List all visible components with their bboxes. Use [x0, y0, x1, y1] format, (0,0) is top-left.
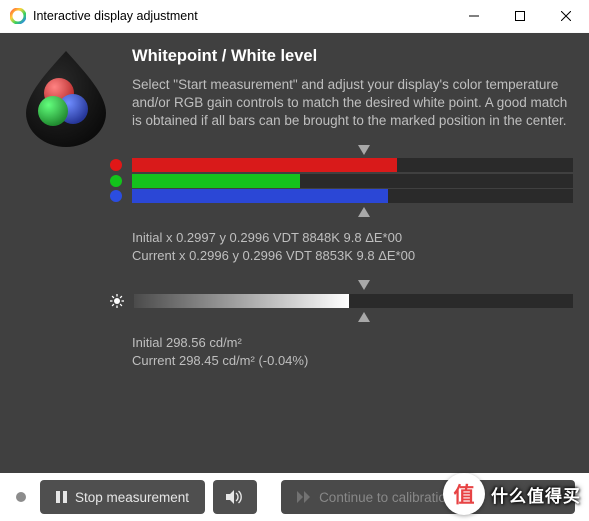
titlebar: Interactive display adjustment	[0, 0, 589, 33]
window-title: Interactive display adjustment	[33, 9, 198, 23]
whitepoint-current-text: Current x 0.2996 y 0.2996 VDT 8853K 9.8 …	[132, 247, 573, 265]
green-bar-track	[132, 174, 573, 188]
blue-bar-track	[132, 189, 573, 203]
brightness-target-bottom-icon	[358, 312, 370, 322]
red-dot-icon	[110, 159, 122, 171]
blue-bar-fill	[132, 189, 388, 203]
continue-button[interactable]: Continue to calibration	[281, 480, 575, 514]
red-bar-row	[110, 158, 573, 172]
sound-button[interactable]	[213, 480, 257, 514]
whitepoint-drop-icon	[16, 47, 116, 147]
stop-button-label: Stop measurement	[75, 490, 189, 505]
green-bar-fill	[132, 174, 300, 188]
stop-measurement-button[interactable]: Stop measurement	[40, 480, 205, 514]
luminance-initial-text: Initial 298.56 cd/m²	[132, 334, 573, 352]
green-dot-icon	[110, 175, 122, 187]
brightness-bar-row	[110, 294, 573, 308]
instruction-text: Select "Start measurement" and adjust yo…	[132, 76, 573, 131]
recording-indicator-icon	[16, 492, 26, 502]
brightness-icon	[110, 294, 124, 308]
red-bar-fill	[132, 158, 397, 172]
blue-dot-icon	[110, 190, 122, 202]
blue-bar-row	[110, 189, 573, 203]
target-marker-bottom-icon	[358, 207, 370, 217]
maximize-button[interactable]	[497, 0, 543, 33]
brightness-bar-fill	[134, 294, 349, 308]
whitepoint-initial-text: Initial x 0.2997 y 0.2996 VDT 8848K 9.8 …	[132, 229, 573, 247]
app-icon	[10, 8, 26, 24]
brightness-target-top-icon	[358, 280, 370, 290]
speaker-icon	[226, 490, 244, 504]
play-forward-icon	[297, 491, 311, 503]
brightness-bar-track	[134, 294, 573, 308]
continue-button-label: Continue to calibration	[319, 490, 453, 505]
section-heading: Whitepoint / White level	[132, 47, 573, 66]
pause-icon	[56, 491, 67, 503]
red-bar-track	[132, 158, 573, 172]
luminance-current-text: Current 298.45 cd/m² (-0.04%)	[132, 352, 573, 370]
minimize-button[interactable]	[451, 0, 497, 33]
target-marker-top-icon	[358, 145, 370, 155]
close-button[interactable]	[543, 0, 589, 33]
green-bar-row	[110, 174, 573, 188]
